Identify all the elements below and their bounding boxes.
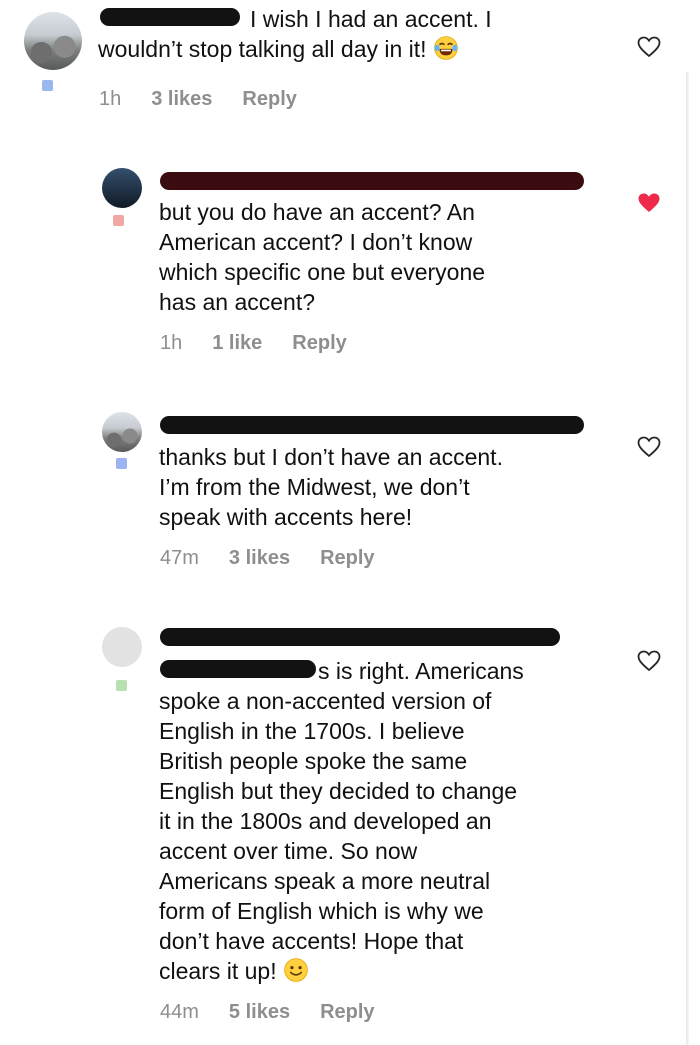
reply-button[interactable]: Reply bbox=[242, 88, 296, 111]
likes-count[interactable]: 1 like bbox=[212, 332, 262, 355]
likes-count[interactable]: 5 likes bbox=[229, 1001, 290, 1024]
heart-filled-icon[interactable] bbox=[637, 192, 661, 214]
comment-meta: 47m 3 likes Reply bbox=[160, 547, 375, 570]
heart-outline-icon[interactable] bbox=[637, 436, 661, 458]
timestamp: 1h bbox=[160, 332, 183, 354]
avatar[interactable] bbox=[102, 412, 142, 452]
heart-outline-icon[interactable] bbox=[637, 36, 661, 58]
likes-count[interactable]: 3 likes bbox=[229, 547, 290, 570]
slight-smile-emoji bbox=[284, 958, 308, 982]
comment-text: I wish I had an accent. I wouldn’t stop … bbox=[98, 6, 492, 62]
redacted-mention bbox=[160, 660, 316, 678]
user-badge bbox=[116, 458, 127, 469]
timestamp: 44m bbox=[160, 1001, 199, 1023]
heart-outline-icon[interactable] bbox=[637, 650, 661, 672]
redacted-username bbox=[160, 628, 560, 646]
comment-meta: 1h 1 like Reply bbox=[160, 332, 347, 355]
reply-button[interactable]: Reply bbox=[320, 1001, 374, 1024]
comment-first-line: s is right. Americans bbox=[318, 658, 524, 684]
scroll-track bbox=[686, 72, 689, 1045]
laughing-tears-emoji bbox=[434, 36, 458, 60]
likes-count[interactable]: 3 likes bbox=[151, 88, 212, 111]
redacted-username bbox=[160, 172, 584, 190]
avatar[interactable] bbox=[102, 627, 142, 667]
comment-text: thanks but I don’t have an accent. I’m f… bbox=[159, 444, 503, 530]
reply-button[interactable]: Reply bbox=[292, 332, 346, 355]
reply-button[interactable]: Reply bbox=[320, 547, 374, 570]
user-badge bbox=[113, 215, 124, 226]
comment-meta: 1h 3 likes Reply bbox=[99, 88, 297, 111]
avatar[interactable] bbox=[24, 12, 82, 70]
avatar[interactable] bbox=[102, 168, 142, 208]
timestamp: 1h bbox=[99, 88, 122, 110]
user-badge bbox=[116, 680, 127, 691]
user-badge bbox=[42, 80, 53, 91]
comment-text: but you do have an accent? An American a… bbox=[159, 199, 486, 315]
timestamp: 47m bbox=[160, 547, 199, 569]
comment-meta: 44m 5 likes Reply bbox=[160, 1001, 375, 1024]
comment-text: spoke a non-accented version of English … bbox=[159, 688, 518, 984]
redacted-username bbox=[160, 416, 584, 434]
